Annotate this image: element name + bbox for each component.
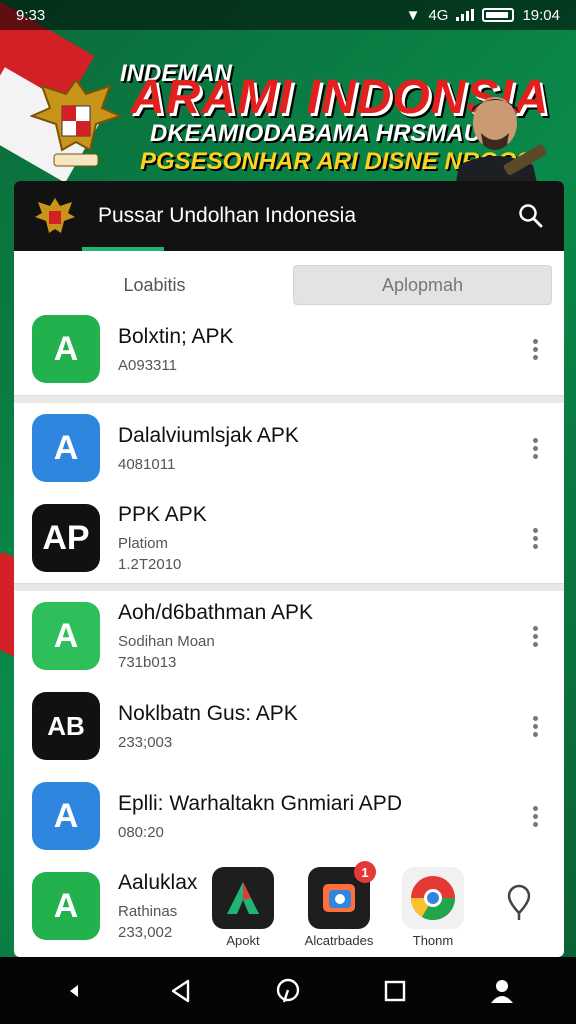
app-name: Noklbatn Gus: APK [118,701,298,725]
more-options-icon[interactable] [520,334,550,364]
battery-icon [482,8,515,22]
gallery-icon: 1 [308,861,376,929]
app-category: Platiom [118,535,169,552]
garuda-logo-icon [35,198,75,233]
location-pin-icon[interactable] [504,883,534,923]
app-icon: A [32,315,100,383]
chrome-icon [402,867,464,929]
promo-banner[interactable]: INDEMAN ARAMI INDONSIA DKEAMIODABAMA HRS… [0,30,576,210]
tab-loabitis[interactable]: Loabitis [26,265,283,305]
status-time-right: 19:04 [522,6,560,24]
more-options-icon[interactable] [520,433,550,463]
more-options-icon[interactable] [520,801,550,831]
dock-label: Thonm [412,933,454,948]
tab-bar: Loabitis Aplopmah [14,251,564,313]
list-item[interactable]: A Aaluklax Rathinas 233,002 [14,861,564,951]
recents-icon[interactable] [375,971,415,1011]
list-item[interactable]: AB Noklbatn Gus: APK 233;003 [14,681,564,771]
app-name: Aoh/d6bathman APK [118,601,313,624]
app-icon: AP [32,504,100,572]
tab-aplopmah[interactable]: Aplopmah [293,265,552,305]
divider [14,583,564,591]
back-icon[interactable] [161,971,201,1011]
dock-item-alcatrbades[interactable]: 1 Alcatrbades [294,861,384,948]
app-version: A093311 [118,356,177,374]
row-text: PPK APK Platiom 1.2T2010 [118,503,520,573]
row-text: Eplli: Warhaltakn Gnmiari APD 080:20 [118,792,520,841]
app-name: Bolxtin; APK [118,324,234,348]
status-indicators: ▼ 4G 19:04 [406,7,560,24]
list-item[interactable]: AP PPK APK Platiom 1.2T2010 [14,493,564,583]
list-item[interactable]: A Aoh/d6bathman APK Sodihan Moan 731b013 [14,591,564,681]
app-icon: A [32,782,100,850]
app-version: 233;003 [118,733,173,751]
android-app-icon [212,867,274,929]
home-icon[interactable] [268,971,308,1011]
app-version: 4081011 [118,455,176,473]
list-item[interactable]: A Dalalviumlsjak APK 4081011 [14,403,564,493]
app-icon: A [32,602,100,670]
more-options-icon[interactable] [520,711,550,741]
row-text: Aoh/d6bathman APK Sodihan Moan 731b013 [118,601,520,671]
app-developer: Sodihan Moan [118,633,215,650]
search-icon[interactable] [518,203,544,229]
app-name: PPK APK [118,503,207,526]
app-version: 1.2T2010 [118,556,182,573]
header-accent-bar [82,247,164,251]
app-icon: A [32,414,100,482]
network-type: 4G [428,6,449,24]
app-version: 731b013 [118,654,177,671]
app-store-card: Pussar Undolhan Indonesia Loabitis Aplop… [14,181,564,957]
dock-label: Apokt [226,933,260,948]
row-text: Bolxtin; APK A093311 [118,325,520,374]
row-text: Noklbatn Gus: APK 233;003 [118,702,520,751]
list-item[interactable]: A Eplli: Warhaltakn Gnmiari APD 080:20 [14,771,564,861]
dock-item-apokt[interactable]: Apokt [198,867,288,948]
app-list: A Bolxtin; APK A093311 A Dalalviumlsjak … [14,313,564,951]
app-name: Eplli: Warhaltakn Gnmiari APD [118,791,402,815]
garuda-emblem-icon [30,78,122,167]
more-options-icon[interactable] [520,621,550,651]
profile-icon[interactable] [482,971,522,1011]
navigation-bar [0,957,576,1024]
divider [14,395,564,403]
back-arrow-icon[interactable] [54,971,94,1011]
more-options-icon[interactable] [520,523,550,553]
app-header: Pussar Undolhan Indonesia [14,181,564,251]
app-version: 080:20 [118,823,164,841]
status-bar: 9:33 ▼ 4G 19:04 [0,0,576,30]
app-name: Dalalviumlsjak APK [118,423,299,447]
app-header-title: Pussar Undolhan Indonesia [98,204,357,227]
row-text: Dalalviumlsjak APK 4081011 [118,424,520,473]
notification-badge: 1 [354,861,376,883]
app-icon: A [32,872,100,940]
wifi-icon: ▼ [405,6,421,24]
list-item[interactable]: A Bolxtin; APK A093311 [14,313,564,385]
app-icon: AB [32,692,100,760]
signal-icon [456,9,475,21]
dock-item-thonm[interactable]: Thonm [388,867,478,948]
dock-label: Alcatrbades [304,933,374,948]
status-time-left: 9:33 [16,6,46,24]
